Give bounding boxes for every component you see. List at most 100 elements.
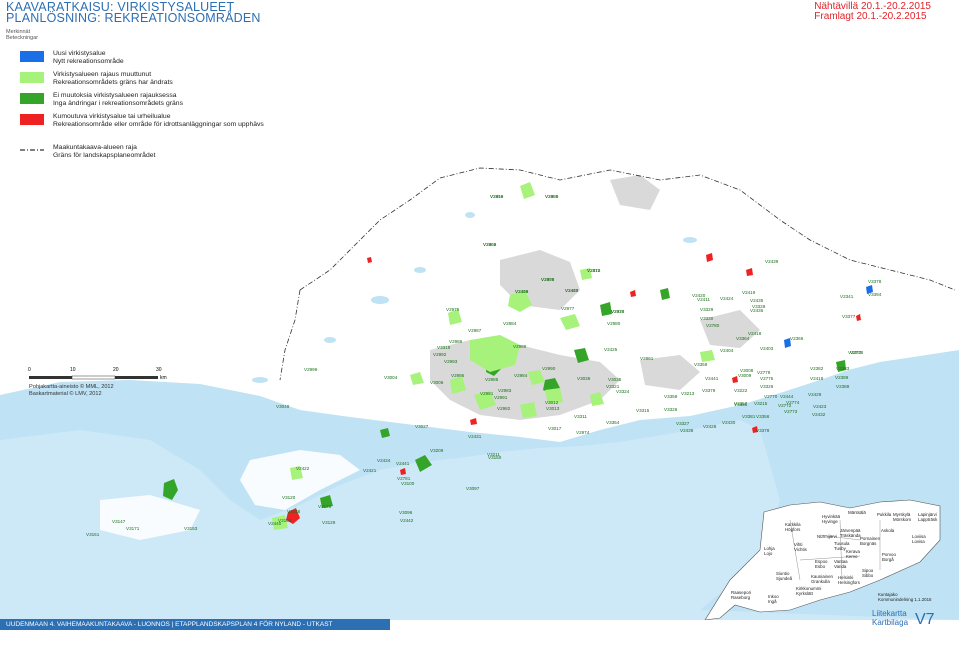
credit-line: Baskartmaterial © LMV, 2012 xyxy=(29,390,102,397)
area-code-label: V2984 xyxy=(514,373,528,378)
area-code-label: V2441 xyxy=(396,461,410,466)
area-code-label: V3378 xyxy=(868,279,882,284)
legend-text-fi: Maakuntakaava-alueen raja xyxy=(53,144,137,151)
area-code-label: V3027 xyxy=(415,424,429,429)
area-code-label: V2422 xyxy=(296,466,310,471)
area-code-label: V3356 xyxy=(756,414,770,419)
scale-tick: 0 xyxy=(28,367,31,373)
area-code-label: V3213 xyxy=(681,391,695,396)
municipality-label: Nurmijärvi xyxy=(817,534,837,539)
area-code-label: V2410 xyxy=(587,268,601,273)
legend-text-fi: Virkistysalueen rajaus muuttunut xyxy=(53,71,152,78)
area-code-label: V2982 xyxy=(497,406,511,411)
area-code-label: V3151 xyxy=(86,532,100,537)
area-code-label: V2403 xyxy=(760,346,774,351)
legend-text-fi: Ei muutoksia virkistysalueen rajauksessa xyxy=(53,92,177,99)
municipality-label: Raasepori Raseborg xyxy=(731,590,751,600)
area-code-label: V3359 xyxy=(694,362,708,367)
legend-text-sv: Rekreationsområde eller område för idrot… xyxy=(53,121,264,128)
area-code-label: V3319 xyxy=(437,345,451,350)
municipality-label: Loviisa Lovisa xyxy=(912,534,926,544)
municipality-label: Sipoo Sibbo xyxy=(862,568,874,578)
credit-line: Pohjakartta-aineisto © MML, 2012 xyxy=(29,384,114,390)
area-code-label: V2431 xyxy=(468,434,482,439)
area-code-label: V3222 xyxy=(734,388,748,393)
area-code-label: V2338 xyxy=(611,309,625,314)
area-code-label: V2411 xyxy=(697,297,710,302)
area-code-label: V2775 xyxy=(760,376,774,381)
area-code-label: V3211 xyxy=(487,452,500,457)
area-code-label: V2415 xyxy=(490,194,504,199)
area-code-label: V2408 xyxy=(541,277,555,282)
area-code-label: V2428 xyxy=(703,424,717,429)
area-code-label: V2986 xyxy=(449,339,463,344)
map-credits: Pohjakartta-aineisto © MML, 2012 Baskart… xyxy=(29,384,114,397)
municipality-label: Vantaa Vanda xyxy=(834,559,848,569)
municipality-label: Järvenpää Träskända xyxy=(840,528,861,538)
area-code-label: V3377 xyxy=(842,314,856,319)
area-code-label: V3120 xyxy=(282,495,296,500)
scale-unit: km xyxy=(160,375,167,381)
municipality-label: Mäntsälä xyxy=(848,510,866,515)
legend-text-sv: Rekreationsområdets gräns har ändrats xyxy=(53,79,173,86)
area-code-label: V3329 xyxy=(700,307,714,312)
area-code-label: V2341 xyxy=(840,294,854,299)
date-sv: Framlagt 20.1.-20.2.2015 xyxy=(814,11,927,22)
area-code-label: V2442 xyxy=(400,518,414,523)
area-code-label: V2993 xyxy=(444,359,458,364)
area-code-label: V2419 xyxy=(742,290,756,295)
legend-swatch-removed xyxy=(20,114,44,125)
area-code-label: V3096 xyxy=(399,510,413,515)
area-code-label: V3379 xyxy=(702,388,716,393)
area-code-label: V3100 xyxy=(401,481,415,486)
scale-tick: 30 xyxy=(156,367,162,373)
area-code-label: V2989 xyxy=(513,344,527,349)
area-code-label: V2441 xyxy=(705,376,719,381)
area-code-label: V2975 xyxy=(446,307,460,312)
area-code-label: V2770 xyxy=(764,394,778,399)
dash-dot-line-icon xyxy=(20,149,44,151)
legend-swatch-unchanged xyxy=(20,93,44,104)
area-code-label: V2388 xyxy=(836,384,850,389)
area-code-label: V2429 xyxy=(808,392,822,397)
area-code-label: V2438 xyxy=(680,428,694,433)
area-code-label: V3036 xyxy=(577,376,591,381)
legend-heading-sv: Beteckningar xyxy=(6,35,39,41)
area-code-label: V3378 xyxy=(756,428,770,433)
area-code-label: V2423 xyxy=(813,404,827,409)
area-code-label: V2406 xyxy=(483,242,497,247)
area-code-label: V2418 xyxy=(748,331,762,336)
area-code-label: V2990 xyxy=(542,366,556,371)
legend-swatch-new xyxy=(20,51,44,62)
area-code-label: V2405 xyxy=(545,194,559,199)
region-map: V2959 V2958V2962V2872V2975V2416 V2445V2978… xyxy=(0,160,959,620)
area-code-label: V3330 xyxy=(700,316,714,321)
area-code-label: V2382 xyxy=(810,366,824,371)
area-code-label: V2774 xyxy=(786,400,800,405)
area-code-label: V3153 xyxy=(184,526,198,531)
area-code-label: V3327 xyxy=(676,421,690,426)
area-code-label: V2974 xyxy=(576,430,590,435)
area-code-label: V3004 xyxy=(384,375,398,380)
municipality-label: Myrskylä Mörskom xyxy=(893,512,911,522)
area-code-label: V3209 xyxy=(430,448,444,453)
area-code-label: V2884 xyxy=(503,321,517,326)
area-code-label: V3171 xyxy=(126,526,140,531)
area-code-label: V2439 xyxy=(765,259,779,264)
area-code-label: V2981 xyxy=(480,391,494,396)
sheet-title-sv: Kartbilaga xyxy=(872,618,909,627)
area-code-label: V2977 xyxy=(561,306,575,311)
area-code-label: V3326 xyxy=(664,407,678,412)
area-code-label: V2983 xyxy=(498,388,512,393)
legend-heading: Merkinnät Beteckningar xyxy=(6,29,38,41)
area-code-label: V2996 xyxy=(304,367,318,372)
area-code-label: V3128 xyxy=(318,504,332,509)
area-code-label: V2991 xyxy=(494,395,508,400)
page-subtitle: PLANLÖSNING: REKREATIONSOMRÅDEN xyxy=(6,11,261,25)
area-code-label: V2444 xyxy=(780,394,794,399)
area-code-label: V3006 xyxy=(430,380,444,385)
municipality-label: Lapinjärvi Lappträsk xyxy=(918,512,938,522)
area-code-label: V3148 xyxy=(287,509,301,514)
area-code-label: V3364 xyxy=(736,336,750,341)
sheet-title-fi: Liitekartta xyxy=(872,609,907,618)
